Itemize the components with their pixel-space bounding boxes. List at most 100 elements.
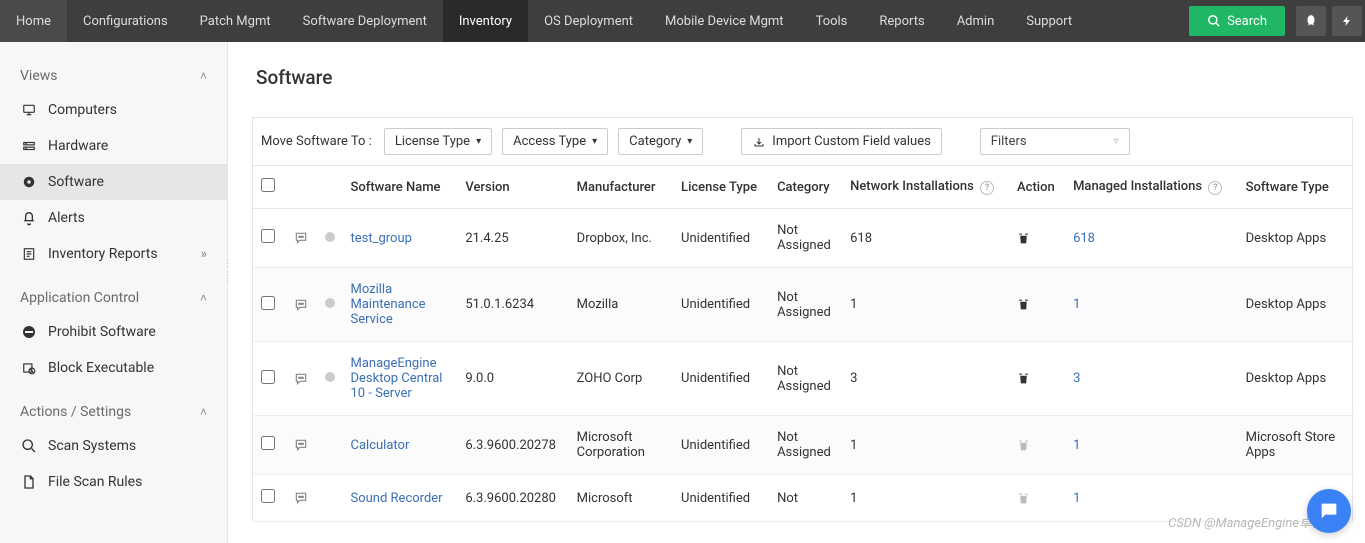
managed-installs-link[interactable]: 1 [1073, 491, 1080, 506]
sidebar-item-file-scan-rules[interactable]: File Scan Rules [0, 464, 227, 500]
sidebar-item-alerts[interactable]: Alerts [0, 200, 227, 236]
main-layout: Views˄ComputersHardwareSoftwareAlertsInv… [0, 42, 1365, 543]
bell-icon [20, 211, 38, 225]
network-installs-cell: 618 [842, 209, 1009, 268]
nav-os-deployment[interactable]: OS Deployment [528, 0, 649, 42]
delete-icon[interactable] [1017, 438, 1057, 453]
page-title: Software [256, 66, 1353, 89]
comment-icon[interactable] [293, 231, 309, 245]
manufacturer-cell: ZOHO Corp [569, 342, 673, 416]
filters-dropdown[interactable]: Filters▿ [980, 128, 1130, 155]
category-cell: Not Assigned [769, 268, 842, 342]
sidebar-section-views[interactable]: Views˄ [0, 50, 227, 92]
table-row: Mozilla Maintenance Service51.0.1.6234Mo… [253, 268, 1353, 342]
sidebar-item-inventory-reports[interactable]: Inventory Reports» [0, 236, 227, 272]
nav-support[interactable]: Support [1010, 0, 1088, 42]
delete-icon[interactable] [1017, 231, 1057, 246]
rocket-icon[interactable] [1296, 6, 1326, 36]
software-name-link[interactable]: Calculator [351, 438, 410, 453]
nav-home[interactable]: Home [0, 0, 67, 42]
sidebar-item-computers[interactable]: Computers [0, 92, 227, 128]
row-checkbox[interactable] [261, 370, 275, 384]
delete-icon[interactable] [1017, 371, 1057, 386]
sidebar-item-block-executable[interactable]: Block Executable [0, 350, 227, 386]
nav-mobile-device-mgmt[interactable]: Mobile Device Mgmt [649, 0, 800, 42]
chat-button[interactable] [1307, 489, 1351, 533]
category-cell: Not Assigned [769, 342, 842, 416]
table-row: test_group21.4.25Dropbox, Inc.Unidentifi… [253, 209, 1353, 268]
sidebar-item-hardware[interactable]: Hardware [0, 128, 227, 164]
nav-admin[interactable]: Admin [941, 0, 1011, 42]
col-network-installations: Network Installations ? [842, 166, 1009, 209]
software-name-link[interactable]: Mozilla Maintenance Service [351, 282, 426, 327]
sidebar-item-scan-systems[interactable]: Scan Systems [0, 428, 227, 464]
block-icon [20, 361, 38, 375]
toolbar: Move Software To : License Type▾ Access … [252, 117, 1353, 165]
nav-reports[interactable]: Reports [863, 0, 940, 42]
col-software-type: Software Type [1238, 166, 1353, 209]
bolt-icon[interactable] [1332, 6, 1362, 36]
license-type-dropdown[interactable]: License Type▾ [384, 128, 492, 155]
col-c- [285, 166, 317, 209]
table-row: Calculator6.3.9600.20278Microsoft Corpor… [253, 416, 1353, 475]
search-icon [1207, 14, 1221, 28]
sidebar-resize-handle[interactable]: ⋮⋮ [224, 257, 232, 287]
help-icon[interactable]: ? [980, 181, 994, 195]
managed-installs-link[interactable]: 1 [1073, 438, 1080, 453]
table-row: ManageEngine Desktop Central 10 - Server… [253, 342, 1353, 416]
caret-down-icon: ▾ [687, 136, 692, 147]
caret-down-icon: ▾ [592, 136, 597, 147]
nav-software-deployment[interactable]: Software Deployment [287, 0, 443, 42]
version-cell: 21.4.25 [457, 209, 568, 268]
help-icon[interactable]: ? [1208, 181, 1222, 195]
category-cell: Not Assigned [769, 416, 842, 475]
top-nav: HomeConfigurationsPatch MgmtSoftware Dep… [0, 0, 1365, 42]
search-button[interactable]: Search [1189, 6, 1285, 36]
license-cell: Unidentified [673, 475, 769, 522]
comment-icon[interactable] [293, 372, 309, 386]
software-icon [20, 175, 38, 189]
col-license-type: License Type [673, 166, 769, 209]
software-name-link[interactable]: ManageEngine Desktop Central 10 - Server [351, 356, 443, 401]
sidebar-section-actions-settings[interactable]: Actions / Settings˄ [0, 386, 227, 428]
sidebar: Views˄ComputersHardwareSoftwareAlertsInv… [0, 42, 228, 543]
prohibit-icon [20, 325, 38, 339]
row-checkbox[interactable] [261, 436, 275, 450]
row-checkbox[interactable] [261, 229, 275, 243]
managed-installs-link[interactable]: 1 [1073, 297, 1080, 312]
managed-installs-link[interactable]: 3 [1073, 371, 1080, 386]
category-dropdown[interactable]: Category▾ [618, 128, 703, 155]
col-managed-installations: Managed Installations ? [1065, 166, 1238, 209]
select-all-checkbox[interactable] [261, 178, 275, 192]
software-type-cell: Desktop Apps [1238, 268, 1353, 342]
access-type-dropdown[interactable]: Access Type▾ [502, 128, 608, 155]
delete-icon[interactable] [1017, 491, 1057, 506]
import-icon [752, 136, 766, 148]
chevron-right-icon: » [200, 246, 207, 262]
sidebar-item-prohibit-software[interactable]: Prohibit Software [0, 314, 227, 350]
col-c- [253, 166, 285, 209]
comment-icon[interactable] [293, 491, 309, 505]
nav-tools[interactable]: Tools [800, 0, 864, 42]
software-name-link[interactable]: test_group [351, 231, 412, 246]
manufacturer-cell: Mozilla [569, 268, 673, 342]
nav-inventory[interactable]: Inventory [443, 0, 528, 42]
software-name-link[interactable]: Sound Recorder [351, 491, 443, 506]
import-custom-fields-button[interactable]: Import Custom Field values [741, 128, 942, 155]
col-version: Version [457, 166, 568, 209]
license-cell: Unidentified [673, 342, 769, 416]
row-checkbox[interactable] [261, 489, 275, 503]
nav-configurations[interactable]: Configurations [67, 0, 184, 42]
software-type-cell: Desktop Apps [1238, 209, 1353, 268]
sidebar-item-software[interactable]: Software [0, 164, 227, 200]
nav-spacer [1088, 0, 1181, 42]
sidebar-section-application-control[interactable]: Application Control˄ [0, 272, 227, 314]
comment-icon[interactable] [293, 298, 309, 312]
chevron-up-icon: ˄ [200, 69, 207, 83]
delete-icon[interactable] [1017, 297, 1057, 312]
comment-icon[interactable] [293, 438, 309, 452]
nav-patch-mgmt[interactable]: Patch Mgmt [184, 0, 287, 42]
managed-installs-link[interactable]: 618 [1073, 231, 1095, 246]
row-checkbox[interactable] [261, 296, 275, 310]
network-installs-cell: 1 [842, 475, 1009, 522]
